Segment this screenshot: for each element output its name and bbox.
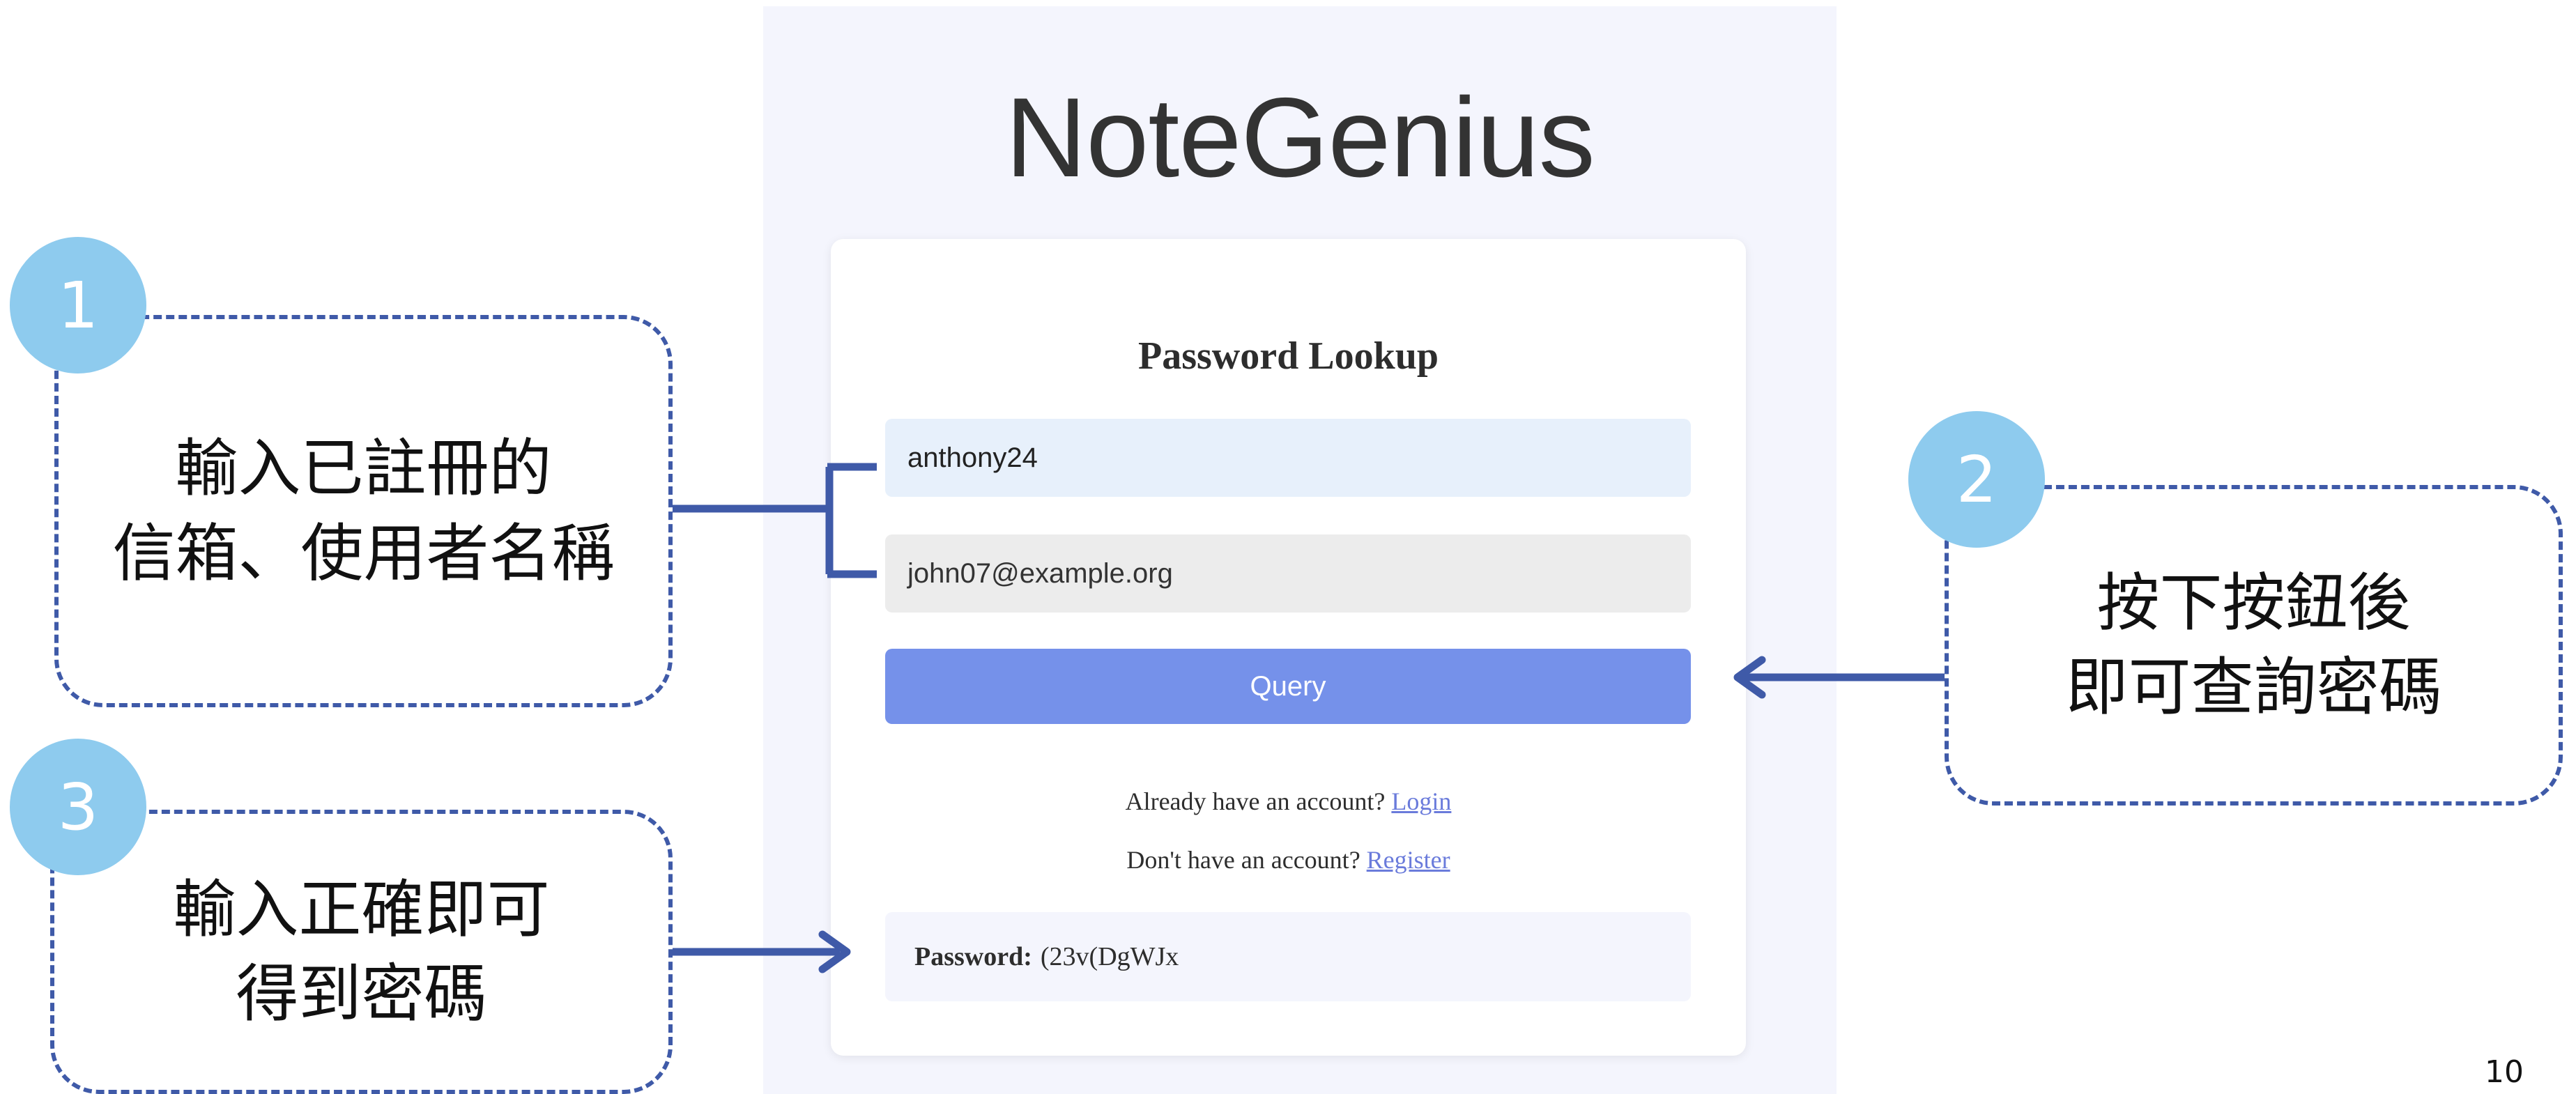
- callout-3-line-1: 輸入正確即可: [173, 872, 550, 946]
- callout-enter-credentials: 輸入已註冊的 信箱、使用者名稱: [54, 315, 673, 707]
- callout-2-line-2: 即可查詢密碼: [2065, 651, 2442, 724]
- callout-press-button: 按下按鈕後 即可查詢密碼: [1945, 485, 2563, 806]
- callout-1-line-2: 信箱、使用者名稱: [112, 516, 615, 590]
- callout-1-line-1: 輸入已註冊的: [175, 432, 552, 505]
- bracket-connector: [673, 463, 877, 578]
- step-1-badge: 1: [10, 237, 146, 373]
- callout-get-password: 輸入正確即可 得到密碼: [50, 810, 673, 1094]
- page-number: 10: [2485, 1054, 2524, 1090]
- step-2-badge: 2: [1908, 411, 2045, 548]
- callout-2-line-1: 按下按鈕後: [2096, 566, 2411, 640]
- step-3-badge: 3: [10, 739, 146, 875]
- callout-3-line-2: 得到密碼: [236, 957, 487, 1031]
